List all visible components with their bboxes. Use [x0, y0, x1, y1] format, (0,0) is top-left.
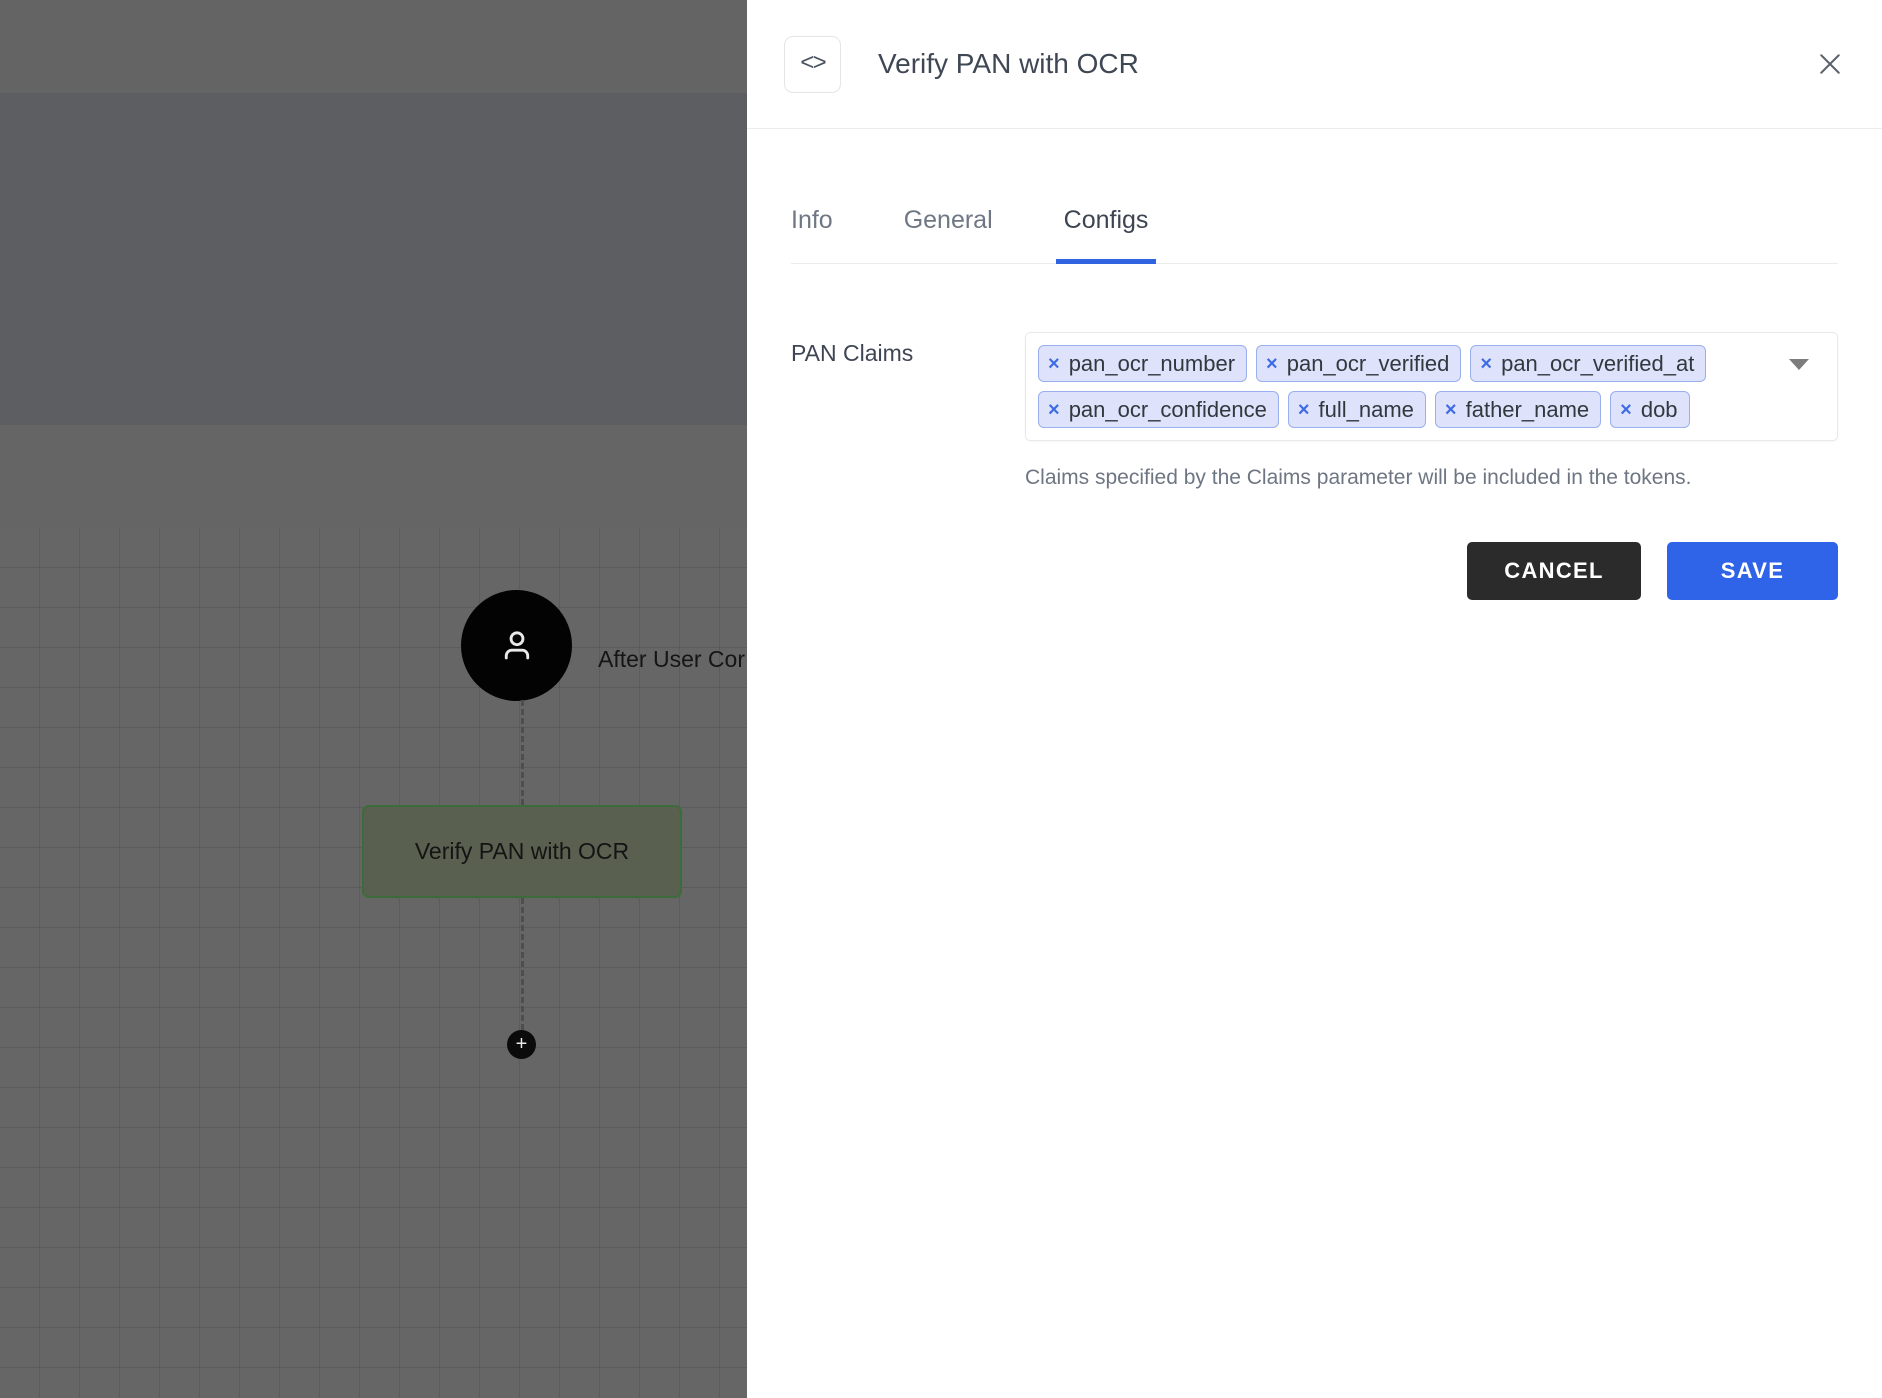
flow-step-node-verify-pan[interactable]: Verify PAN with OCR [362, 805, 682, 898]
tab-info[interactable]: Info [791, 206, 833, 263]
chip-remove-icon[interactable]: × [1266, 354, 1278, 374]
flow-edge-lower [521, 898, 524, 1030]
page-title: Verify PAN with OCR [878, 48, 1139, 79]
panel-body: Info General Configs PAN Claims × pan_oc… [747, 129, 1882, 600]
chip-remove-icon[interactable]: × [1620, 400, 1632, 420]
panel-actions: CANCEL SAVE [1025, 542, 1838, 600]
chip-remove-icon[interactable]: × [1298, 400, 1310, 420]
chip-label: father_name [1465, 396, 1590, 422]
chip-label: full_name [1318, 396, 1414, 422]
save-button[interactable]: SAVE [1667, 542, 1838, 600]
panel-header: <> Verify PAN with OCR [747, 0, 1882, 129]
chip-remove-icon[interactable]: × [1445, 400, 1457, 420]
pan-claims-multiselect[interactable]: × pan_ocr_number × pan_ocr_verified × pa… [1025, 332, 1838, 441]
chip-pan-ocr-confidence[interactable]: × pan_ocr_confidence [1038, 391, 1279, 428]
app-root: After User Cor Verify PAN with OCR + <> … [0, 0, 1882, 1398]
chip-full-name[interactable]: × full_name [1287, 391, 1426, 428]
chip-label: pan_ocr_verified_at [1501, 350, 1695, 376]
chip-label: pan_ocr_confidence [1068, 396, 1267, 422]
pan-claims-field-row: PAN Claims × pan_ocr_number × pan_ocr_ve… [791, 264, 1838, 600]
tab-general[interactable]: General [904, 206, 993, 263]
flow-add-step-button[interactable]: + [507, 1030, 536, 1059]
chip-list: × pan_ocr_number × pan_ocr_verified × pa… [1038, 345, 1767, 428]
flow-start-node[interactable] [461, 590, 572, 701]
chip-remove-icon[interactable]: × [1048, 400, 1060, 420]
code-brackets-icon: <> [784, 35, 841, 93]
chip-label: pan_ocr_number [1068, 350, 1236, 376]
cancel-button[interactable]: CANCEL [1467, 542, 1641, 600]
panel-tabs: Info General Configs [791, 129, 1838, 264]
pan-claims-helper-text: Claims specified by the Claims parameter… [1025, 466, 1692, 489]
chip-father-name[interactable]: × father_name [1434, 391, 1602, 428]
chip-dob[interactable]: × dob [1610, 391, 1690, 428]
chip-label: pan_ocr_verified [1286, 350, 1450, 376]
tab-configs[interactable]: Configs [1055, 206, 1157, 264]
chip-label: dob [1640, 396, 1678, 422]
chip-remove-icon[interactable]: × [1480, 354, 1492, 374]
pan-claims-label: PAN Claims [791, 340, 914, 366]
user-icon [494, 623, 540, 669]
node-config-panel: <> Verify PAN with OCR Info General Conf… [747, 0, 1882, 1398]
flow-start-node-label: After User Cor [598, 646, 745, 672]
chevron-down-icon[interactable] [1789, 359, 1809, 370]
chip-pan-ocr-verified[interactable]: × pan_ocr_verified [1256, 345, 1462, 382]
pan-claims-control: × pan_ocr_number × pan_ocr_verified × pa… [1025, 332, 1838, 600]
chip-pan-ocr-number[interactable]: × pan_ocr_number [1038, 345, 1248, 382]
chip-remove-icon[interactable]: × [1048, 354, 1060, 374]
flow-edge-upper [521, 700, 524, 805]
chip-pan-ocr-verified-at[interactable]: × pan_ocr_verified_at [1470, 345, 1707, 382]
close-icon[interactable] [1808, 42, 1852, 86]
